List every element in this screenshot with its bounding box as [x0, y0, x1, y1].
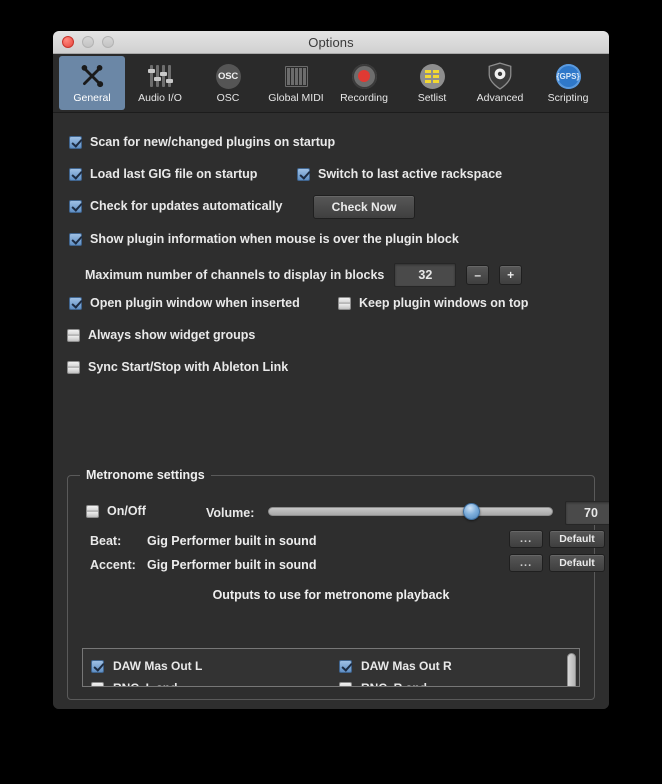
metronome-beat-browse-button[interactable]: ...	[509, 530, 543, 548]
output-label: RNC–L snd	[113, 681, 177, 686]
output-label: DAW Mas Out L	[113, 659, 203, 673]
tools-icon	[79, 62, 105, 90]
option-switch-rackspace[interactable]: Switch to last active rackspace	[297, 167, 502, 181]
volume-slider-thumb[interactable]	[463, 502, 481, 520]
output-label: RNC–R snd	[361, 681, 427, 686]
keep-on-top-label: Keep plugin windows on top	[359, 296, 529, 310]
tab-scripting[interactable]: {GPS} Scripting	[535, 56, 601, 110]
metronome-accent-browse-button[interactable]: ...	[509, 554, 543, 572]
ableton-link-label: Sync Start/Stop with Ableton Link	[88, 360, 289, 374]
switch-rackspace-label: Switch to last active rackspace	[318, 167, 503, 181]
output-checkbox[interactable]	[91, 681, 104, 686]
keep-on-top-checkbox[interactable]	[338, 296, 351, 310]
shield-gear-icon	[487, 62, 513, 90]
window-title: Options	[308, 34, 354, 50]
metronome-volume-slider[interactable]	[268, 502, 553, 520]
metronome-volume-value[interactable]: 70	[565, 501, 609, 525]
tab-global-midi[interactable]: Global MIDI	[263, 56, 329, 110]
metronome-beat-sound: Gig Performer built in sound	[147, 534, 317, 548]
gps-icon: {GPS}	[555, 62, 581, 90]
tab-recording-label: Recording	[340, 92, 388, 104]
option-check-updates[interactable]: Check for updates automatically	[69, 199, 282, 213]
metronome-beat-label: Beat:	[90, 534, 122, 548]
general-settings-pane: Scan for new/changed plugins on startup …	[53, 113, 609, 709]
metronome-onoff-row[interactable]: On/Off	[86, 504, 146, 518]
record-icon	[351, 62, 377, 90]
tab-audio-io-label: Audio I/O	[138, 92, 182, 104]
metronome-volume-label: Volume:	[206, 506, 255, 520]
metronome-onoff-checkbox[interactable]	[86, 504, 99, 518]
open-plugin-window-checkbox[interactable]	[69, 296, 82, 310]
option-show-plugin-info[interactable]: Show plugin information when mouse is ov…	[69, 232, 459, 246]
piano-keys-icon	[284, 62, 308, 90]
output-label: DAW Mas Out R	[361, 659, 452, 673]
list-item[interactable]: RNC–L snd	[91, 677, 331, 686]
metronome-accent-default-button[interactable]: Default	[549, 554, 605, 572]
metronome-outputs-list[interactable]: DAW Mas Out L RNC–L snd dbx266L snd	[82, 648, 580, 687]
load-last-gig-checkbox[interactable]	[69, 167, 82, 181]
tab-audio-io[interactable]: Audio I/O	[127, 56, 193, 110]
scan-plugins-checkbox[interactable]	[69, 135, 82, 149]
metronome-settings-group: Metronome settings On/Off Volume: 70 Bea…	[67, 468, 609, 700]
metronome-group-title: Metronome settings	[80, 468, 211, 482]
option-load-last-gig[interactable]: Load last GIG file on startup	[69, 167, 257, 181]
outputs-column-left: DAW Mas Out L RNC–L snd dbx266L snd	[83, 649, 331, 686]
check-now-button[interactable]: Check Now	[313, 195, 415, 219]
tab-recording[interactable]: Recording	[331, 56, 397, 110]
always-widget-groups-checkbox[interactable]	[67, 328, 80, 342]
max-channels-label: Maximum number of channels to display in…	[85, 268, 385, 282]
option-keep-on-top[interactable]: Keep plugin windows on top	[338, 296, 528, 310]
tab-setlist[interactable]: Setlist	[399, 56, 465, 110]
window-titlebar: Options	[53, 31, 609, 54]
options-window: Options General Audio I/O OSC OSC Global…	[53, 31, 609, 709]
option-open-plugin-window[interactable]: Open plugin window when inserted	[69, 296, 300, 310]
tab-advanced-label: Advanced	[476, 92, 524, 104]
tab-scripting-label: Scripting	[547, 92, 589, 104]
tab-global-midi-label: Global MIDI	[268, 92, 324, 104]
faders-icon	[147, 62, 173, 90]
outputs-list-scrollbar[interactable]	[567, 653, 576, 686]
output-checkbox[interactable]	[91, 659, 104, 673]
ableton-link-checkbox[interactable]	[67, 360, 80, 374]
metronome-outputs-title: Outputs to use for metronome playback	[212, 588, 450, 602]
load-last-gig-label: Load last GIG file on startup	[90, 167, 258, 181]
max-channels-row: Maximum number of channels to display in…	[85, 263, 523, 287]
switch-rackspace-checkbox[interactable]	[297, 167, 310, 181]
metronome-accent-sound: Gig Performer built in sound	[147, 558, 317, 572]
option-ableton-link[interactable]: Sync Start/Stop with Ableton Link	[67, 360, 288, 374]
tab-setlist-label: Setlist	[417, 92, 447, 104]
metronome-accent-label: Accent:	[90, 558, 136, 572]
output-checkbox[interactable]	[339, 681, 352, 686]
check-updates-label: Check for updates automatically	[90, 199, 283, 213]
tab-general[interactable]: General	[59, 56, 125, 110]
metronome-onoff-label: On/Off	[107, 504, 146, 518]
settings-toolbar: General Audio I/O OSC OSC Global MIDI Re…	[53, 54, 609, 113]
show-plugin-info-checkbox[interactable]	[69, 232, 82, 246]
tab-general-label: General	[73, 92, 111, 104]
tab-osc-label: OSC	[216, 92, 240, 104]
max-channels-increment-button[interactable]: +	[499, 265, 523, 285]
check-updates-checkbox[interactable]	[69, 199, 82, 213]
option-scan-plugins[interactable]: Scan for new/changed plugins on startup	[69, 135, 335, 149]
output-checkbox[interactable]	[339, 659, 352, 673]
setlist-icon	[419, 62, 445, 90]
max-channels-decrement-button[interactable]: –	[466, 265, 490, 285]
list-item[interactable]: DAW Mas Out L	[91, 655, 331, 677]
always-widget-groups-label: Always show widget groups	[88, 328, 256, 342]
show-plugin-info-label: Show plugin information when mouse is ov…	[90, 232, 459, 246]
max-channels-field[interactable]: 32	[394, 263, 457, 287]
list-item[interactable]: DAW Mas Out R	[339, 655, 579, 677]
outputs-column-right: DAW Mas Out R RNC–R snd dbx266R snd	[331, 649, 579, 686]
scan-plugins-label: Scan for new/changed plugins on startup	[90, 135, 336, 149]
open-plugin-window-label: Open plugin window when inserted	[90, 296, 300, 310]
list-item[interactable]: RNC–R snd	[339, 677, 579, 686]
osc-icon: OSC	[215, 62, 241, 90]
volume-slider-track	[268, 506, 553, 516]
tab-advanced[interactable]: Advanced	[467, 56, 533, 110]
tab-osc[interactable]: OSC OSC	[195, 56, 261, 110]
option-always-widget-groups[interactable]: Always show widget groups	[67, 328, 255, 342]
metronome-beat-default-button[interactable]: Default	[549, 530, 605, 548]
